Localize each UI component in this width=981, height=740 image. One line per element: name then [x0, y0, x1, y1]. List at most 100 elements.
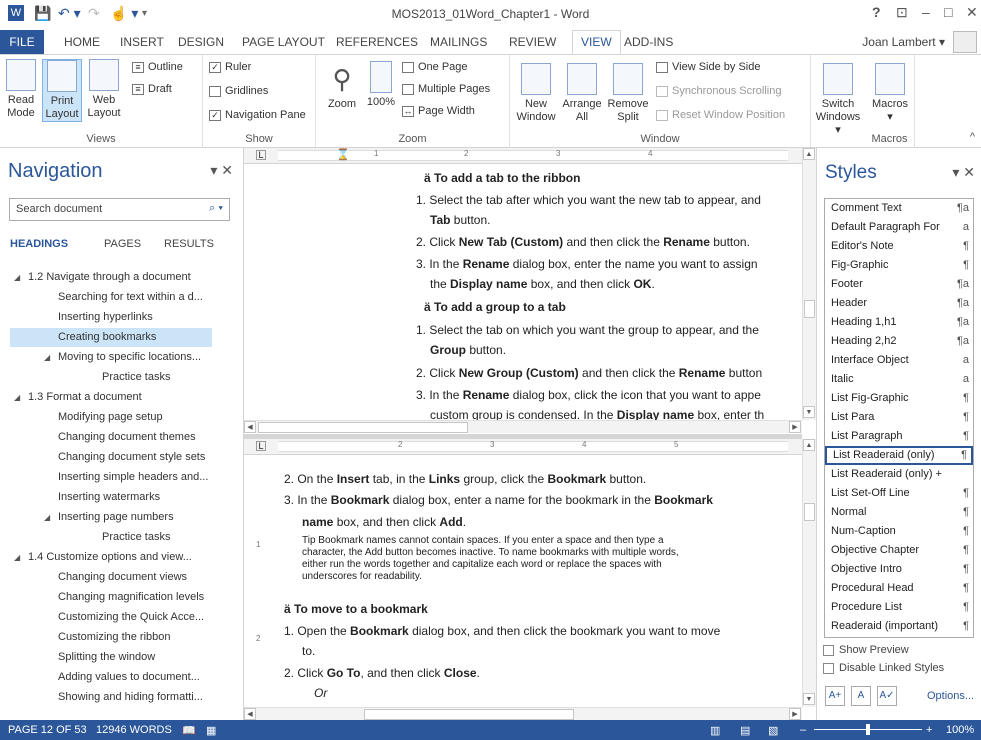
remove-split-button[interactable]: Remove Split: [606, 63, 650, 124]
document-line[interactable]: either run the words together and capita…: [302, 559, 800, 570]
search-input[interactable]: Search document ⌕ ▾: [9, 198, 230, 221]
search-icon[interactable]: ⌕ ▾: [209, 202, 223, 215]
tab-design[interactable]: DESIGN: [178, 35, 224, 49]
horizontal-scrollbar-top[interactable]: ◀ ▶: [244, 420, 802, 433]
style-item[interactable]: Num-Caption ¶: [825, 522, 973, 541]
close-styles-icon[interactable]: ▾ ✕: [952, 164, 975, 181]
tab-references[interactable]: REFERENCES: [336, 35, 418, 49]
heading-item[interactable]: Inserting watermarks: [10, 488, 212, 507]
print-layout-button[interactable]: Print Layout: [42, 59, 82, 122]
scroll-left-icon[interactable]: ◀: [244, 708, 256, 720]
page-count[interactable]: PAGE 12 OF 53: [8, 724, 87, 736]
scroll-thumb[interactable]: [804, 503, 815, 521]
horizontal-ruler-top[interactable]: L 1 2 3 4 ⌛: [244, 148, 816, 164]
horizontal-scrollbar-bottom[interactable]: ◀ ▶: [244, 707, 802, 720]
style-item[interactable]: List Set-Off Line ¶: [825, 484, 973, 503]
zoom-in-button[interactable]: +: [926, 724, 932, 736]
user-account[interactable]: Joan Lambert ▾: [862, 35, 945, 49]
scroll-left-icon[interactable]: ◀: [244, 421, 256, 433]
style-item[interactable]: Readeraid (important) ¶: [825, 617, 973, 636]
heading-item[interactable]: ◢ Moving to specific locations...: [10, 348, 212, 367]
zoom-out-button[interactable]: –: [800, 724, 806, 736]
style-item[interactable]: List Readeraid (only) +: [825, 465, 973, 484]
tab-home[interactable]: HOME: [64, 35, 100, 49]
tab-file[interactable]: FILE: [0, 30, 44, 54]
view-side-by-side-button[interactable]: View Side by Side: [656, 61, 760, 73]
tab-page-layout[interactable]: PAGE LAYOUT: [242, 35, 325, 49]
switch-windows-button[interactable]: Switch Windows ▾: [813, 63, 863, 137]
heading-item[interactable]: Showing and hiding formatti...: [10, 688, 212, 707]
scroll-right-icon[interactable]: ▶: [789, 421, 801, 433]
style-item[interactable]: Procedural Head ¶: [825, 579, 973, 598]
avatar[interactable]: [953, 31, 977, 53]
web-layout-button[interactable]: Web Layout: [84, 59, 124, 120]
heading-item[interactable]: Modifying page setup: [10, 408, 212, 427]
heading-item[interactable]: Changing magnification levels: [10, 588, 212, 607]
gridlines-checkbox[interactable]: Gridlines: [209, 85, 268, 97]
style-inspector-icon[interactable]: A: [851, 686, 871, 706]
style-item[interactable]: Objective Chapter ¶: [825, 541, 973, 560]
tab-results[interactable]: RESULTS: [164, 238, 214, 250]
vertical-scrollbar-top[interactable]: ▲ ▼: [802, 148, 816, 420]
heading-item[interactable]: ◢ Inserting page numbers: [10, 508, 212, 527]
read-mode-button[interactable]: Read Mode: [2, 59, 40, 120]
indent-marker-icon[interactable]: ⌛: [336, 148, 350, 161]
expand-arrow-icon[interactable]: ◢: [14, 268, 20, 287]
heading-item[interactable]: Inserting hyperlinks: [10, 308, 212, 327]
document-line[interactable]: underscores for readability.: [302, 571, 800, 582]
heading-item[interactable]: ◢ 1.4 Customize options and view...: [10, 548, 212, 567]
tab-view[interactable]: VIEW: [572, 30, 621, 55]
proofing-icon[interactable]: 📖: [182, 724, 196, 737]
minimize-button[interactable]: –: [922, 4, 930, 20]
print-layout-view-icon[interactable]: ▤: [740, 724, 750, 737]
arrange-all-button[interactable]: Arrange All: [560, 63, 604, 124]
style-item[interactable]: Comment Text ¶a: [825, 199, 973, 218]
document-line[interactable]: ä To add a tab to the ribbon: [424, 171, 800, 185]
style-item[interactable]: Header ¶a: [825, 294, 973, 313]
ribbon-display-options-button[interactable]: ⊡: [896, 4, 908, 21]
zoom-slider-thumb[interactable]: [866, 724, 870, 735]
horizontal-ruler-bottom[interactable]: L 2 3 4 5: [244, 439, 816, 455]
style-item[interactable]: List Para ¶: [825, 408, 973, 427]
document-line[interactable]: character, the Add button becomes inacti…: [302, 547, 800, 558]
expand-arrow-icon[interactable]: ◢: [44, 508, 50, 527]
document-line[interactable]: 2. Click New Tab (Custom) and then click…: [416, 235, 800, 249]
document-line[interactable]: ä To move to a bookmark: [284, 602, 800, 616]
read-mode-view-icon[interactable]: ▥: [710, 724, 720, 737]
heading-item[interactable]: Customizing the Quick Acce...: [10, 608, 212, 627]
tab-selector-icon[interactable]: L: [256, 150, 266, 160]
hscroll-thumb[interactable]: [258, 422, 468, 433]
collapse-ribbon-button[interactable]: ^: [970, 131, 975, 143]
tab-insert[interactable]: INSERT: [120, 35, 164, 49]
style-item[interactable]: List Paragraph ¶: [825, 427, 973, 446]
show-preview-checkbox[interactable]: Show Preview: [823, 644, 909, 656]
heading-item[interactable]: Changing document views: [10, 568, 212, 587]
new-window-button[interactable]: New Window: [514, 63, 558, 124]
heading-item[interactable]: ◢ 1.3 Format a document: [10, 388, 212, 407]
zoom-button[interactable]: ⚲ Zoom: [324, 63, 360, 111]
document-line[interactable]: Tab button.: [430, 213, 800, 227]
style-item[interactable]: Procedure List ¶: [825, 598, 973, 617]
scroll-up-icon[interactable]: ▲: [803, 439, 815, 451]
heading-item[interactable]: Creating bookmarks: [10, 328, 212, 347]
heading-item[interactable]: ◢ 1.2 Navigate through a document: [10, 268, 212, 287]
heading-item[interactable]: Practice tasks: [10, 528, 212, 547]
tab-review[interactable]: REVIEW: [509, 35, 556, 49]
style-item[interactable]: Italic a: [825, 370, 973, 389]
document-line[interactable]: ä To add a group to a tab: [424, 300, 800, 314]
macros-button[interactable]: Macros ▾: [869, 63, 911, 124]
document-line[interactable]: to.: [302, 644, 800, 658]
heading-item[interactable]: Inserting simple headers and...: [10, 468, 212, 487]
scroll-down-icon[interactable]: ▼: [803, 693, 815, 705]
style-item[interactable]: Objective Intro ¶: [825, 560, 973, 579]
heading-item[interactable]: Changing document style sets: [10, 448, 212, 467]
tab-headings[interactable]: HEADINGS: [10, 238, 68, 250]
heading-item[interactable]: Practice tasks: [10, 368, 212, 387]
document-line[interactable]: Or: [314, 686, 800, 700]
document-line[interactable]: 2. Click Go To, and then click Close.: [284, 666, 800, 680]
heading-item[interactable]: Customizing the ribbon: [10, 628, 212, 647]
document-line[interactable]: Group button.: [430, 343, 800, 357]
expand-arrow-icon[interactable]: ◢: [14, 548, 20, 567]
style-item[interactable]: Interface Object a: [825, 351, 973, 370]
expand-arrow-icon[interactable]: ◢: [44, 348, 50, 367]
